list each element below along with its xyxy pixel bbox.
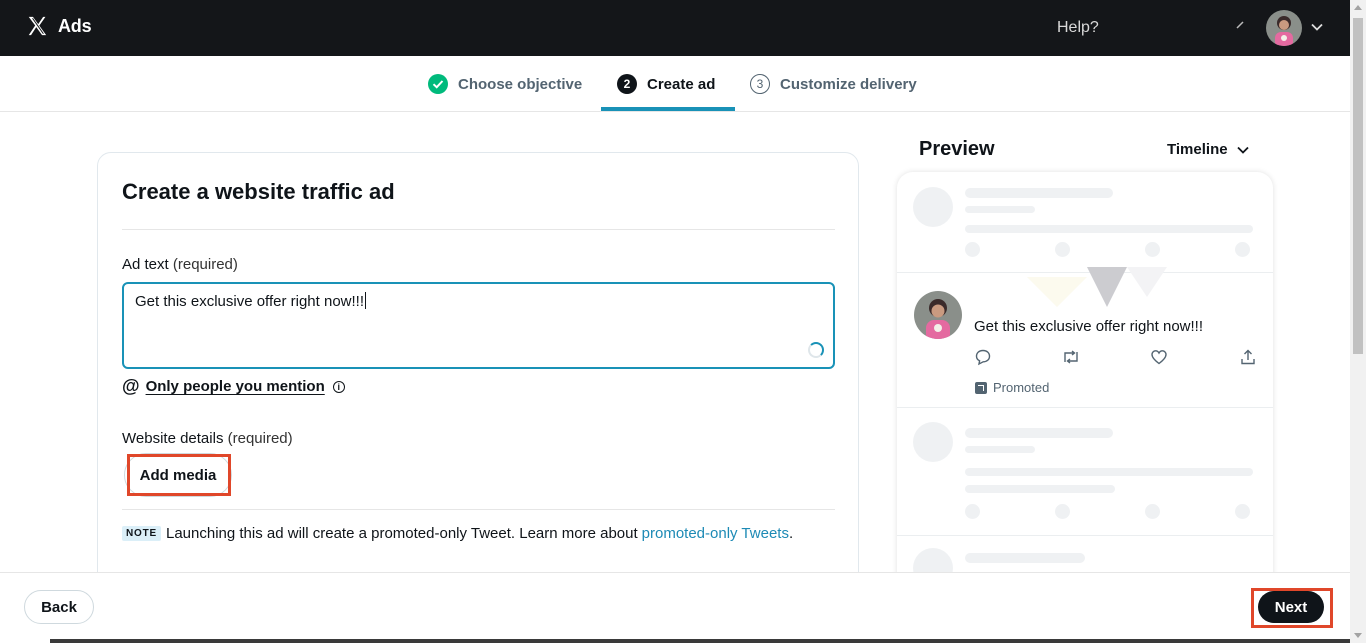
divider xyxy=(122,509,835,510)
step-number: 3 xyxy=(750,74,770,94)
note-badge: NOTE xyxy=(122,526,161,541)
step-label: Choose objective xyxy=(458,75,583,93)
placement-dropdown[interactable]: Timeline xyxy=(1167,141,1250,158)
required-note: (required) xyxy=(172,256,238,273)
account-avatar[interactable] xyxy=(1266,10,1302,46)
skeleton-dot xyxy=(965,504,980,519)
account-menu-chevron-icon[interactable] xyxy=(1310,20,1324,34)
character-count-ring-icon xyxy=(808,342,824,358)
reply-icon xyxy=(975,349,991,366)
like-icon xyxy=(1151,350,1167,365)
step-label: Customize delivery xyxy=(780,75,917,93)
required-note: (required) xyxy=(227,430,293,447)
note-row: NOTE Launching this ad will create a pro… xyxy=(122,525,793,542)
footer-bar: Back Next xyxy=(0,572,1350,643)
scroll-up-arrow-icon[interactable] xyxy=(1354,5,1362,10)
separator xyxy=(897,535,1273,536)
back-button[interactable]: Back xyxy=(24,590,94,624)
add-media-button[interactable]: Add media xyxy=(124,453,232,497)
skeleton-dot xyxy=(965,242,980,257)
step-label: Create ad xyxy=(647,75,716,93)
next-button[interactable]: Next xyxy=(1258,591,1324,623)
website-details-label: Website details (required) xyxy=(122,430,293,447)
skeleton-dot xyxy=(1145,504,1160,519)
placement-value: Timeline xyxy=(1167,141,1228,158)
note-end: . xyxy=(788,525,794,542)
progress-stepper: Choose objective 2 Create ad 3 Customize… xyxy=(0,56,1350,112)
skeleton-line xyxy=(965,225,1253,233)
step-create-ad[interactable]: 2 Create ad xyxy=(617,74,715,94)
info-icon[interactable]: i xyxy=(332,380,345,393)
x-logo-icon xyxy=(28,16,47,36)
step-number: 2 xyxy=(617,74,637,94)
preview-panel: Get this exclusive offer right now!!! Pr… xyxy=(897,172,1273,592)
skeleton-line xyxy=(965,206,1035,213)
help-link[interactable]: Help? xyxy=(1057,19,1099,37)
skeleton-dot xyxy=(1145,242,1160,257)
ads-logo[interactable]: Ads xyxy=(26,15,92,37)
skeleton-avatar xyxy=(913,187,953,227)
check-circle-icon xyxy=(428,74,448,94)
preview-title: Preview xyxy=(919,138,995,160)
broken-image-placeholder-icon xyxy=(1027,267,1167,307)
promoted-only-tweets-link[interactable]: promoted-only Tweets xyxy=(642,525,789,542)
skeleton-dot xyxy=(1235,242,1250,257)
skeleton-line xyxy=(965,553,1085,563)
window-edge xyxy=(50,639,1350,643)
note-text: Launching this ad will create a promoted… xyxy=(165,525,638,542)
chevron-down-icon xyxy=(1236,146,1249,154)
reply-audience-link[interactable]: Only people you mention xyxy=(146,378,325,395)
skeleton-dot xyxy=(1055,242,1070,257)
step-customize-delivery[interactable]: 3 Customize delivery xyxy=(750,74,917,94)
scroll-down-arrow-icon[interactable] xyxy=(1354,633,1362,638)
skeleton-line xyxy=(965,188,1113,198)
avatar-photo-icon xyxy=(1266,10,1302,46)
skeleton-line xyxy=(965,468,1253,476)
step-choose-objective[interactable]: Choose objective xyxy=(428,74,582,94)
ad-text-label: Ad text (required) xyxy=(122,256,238,273)
skeleton-avatar xyxy=(913,422,953,462)
avatar-photo-icon xyxy=(914,291,962,339)
tweet-text: Get this exclusive offer right now!!! xyxy=(974,318,1203,335)
top-header: Ads Help? xyxy=(0,0,1350,56)
ad-text-input[interactable]: Get this exclusive offer right now!!! xyxy=(122,282,835,369)
promoted-label: Promoted xyxy=(975,380,1049,395)
notification-mark-icon xyxy=(1236,21,1244,29)
skeleton-dot xyxy=(1055,504,1070,519)
at-sign-icon: @ xyxy=(122,376,140,396)
separator xyxy=(897,407,1273,408)
skeleton-line xyxy=(965,446,1035,453)
scrollbar-thumb[interactable] xyxy=(1353,18,1363,354)
active-step-indicator xyxy=(601,107,735,111)
divider xyxy=(122,229,835,230)
skeleton-line xyxy=(965,428,1113,438)
reply-settings: @ Only people you mention i xyxy=(122,376,345,397)
tweet-avatar xyxy=(914,291,962,339)
promoted-icon xyxy=(975,381,987,394)
ad-form-card: Create a website traffic ad Ad text (req… xyxy=(97,152,859,592)
ad-text-label-text: Ad text xyxy=(122,256,169,273)
page-title: Create a website traffic ad xyxy=(122,179,395,204)
ad-text-value: Get this exclusive offer right now!!! xyxy=(135,293,364,310)
page-scrollbar[interactable] xyxy=(1350,0,1366,643)
promoted-text: Promoted xyxy=(993,380,1050,395)
text-cursor xyxy=(365,292,366,309)
skeleton-dot xyxy=(1235,504,1250,519)
website-label-text: Website details xyxy=(122,430,224,447)
brand-name: Ads xyxy=(58,15,92,36)
skeleton-line xyxy=(965,485,1115,493)
share-icon xyxy=(1241,349,1255,365)
retweet-icon xyxy=(1064,350,1078,364)
